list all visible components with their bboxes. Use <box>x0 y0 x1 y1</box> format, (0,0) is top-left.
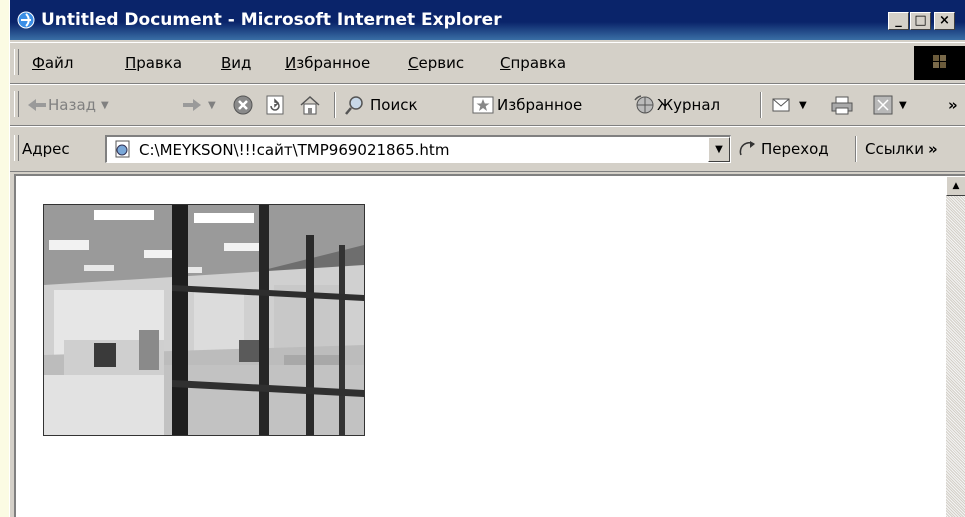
toolbar-separator <box>334 92 336 118</box>
menu-file[interactable]: Файл <box>32 54 73 72</box>
back-dropdown-icon[interactable]: ▼ <box>101 100 109 111</box>
mail-button[interactable]: ▼ <box>770 93 807 117</box>
menu-bar: Файл Правка Вид Избранное Сервис Справка <box>10 42 965 84</box>
menu-tools[interactable]: Сервис <box>408 54 464 72</box>
forward-button[interactable]: ▼ <box>181 93 216 117</box>
minimize-button[interactable]: _ <box>888 12 909 30</box>
edit-button[interactable]: ▼ <box>872 93 907 117</box>
toolbar-separator <box>760 92 762 118</box>
address-input[interactable]: C:\MEYKSON\!!!сайт\TMP969021865.htm ▼ <box>105 135 731 163</box>
forward-arrow-icon <box>183 99 201 111</box>
back-button[interactable]: Назад ▼ <box>26 93 109 117</box>
vertical-scrollbar[interactable]: ▲ <box>946 176 965 517</box>
scroll-up-arrow-icon[interactable]: ▲ <box>946 176 965 196</box>
internet-explorer-icon <box>17 11 35 29</box>
print-button[interactable] <box>830 93 854 117</box>
favorites-label: Избранное <box>497 96 583 114</box>
windows-flag-icon <box>933 55 946 68</box>
history-label: Журнал <box>657 96 721 114</box>
search-button[interactable]: Поиск <box>344 93 418 117</box>
favorites-star-icon <box>472 96 494 114</box>
refresh-icon <box>266 95 284 115</box>
home-icon <box>300 95 320 115</box>
search-icon <box>345 96 363 115</box>
menu-edit[interactable]: Правка <box>125 54 182 72</box>
browser-window: Untitled Document - Microsoft Internet E… <box>9 0 965 517</box>
menu-view[interactable]: Вид <box>221 54 251 72</box>
toolbar-chevron[interactable]: » <box>948 93 958 117</box>
mail-dropdown-icon[interactable]: ▼ <box>799 100 807 111</box>
close-button[interactable]: × <box>934 12 955 30</box>
history-button[interactable]: Журнал <box>632 93 720 117</box>
forward-dropdown-icon[interactable]: ▼ <box>208 100 216 111</box>
menu-favorites[interactable]: Избранное <box>285 54 370 72</box>
address-separator <box>855 136 857 162</box>
back-arrow-icon <box>28 99 46 111</box>
history-globe-icon <box>634 95 654 114</box>
search-label: Поиск <box>370 96 418 114</box>
stop-icon <box>233 95 253 115</box>
windows-logo <box>914 46 965 80</box>
links-chevron[interactable]: » <box>928 140 938 158</box>
favorites-button[interactable]: Избранное <box>472 93 582 117</box>
edit-icon <box>873 95 893 115</box>
toolbar-grip[interactable] <box>14 91 19 117</box>
refresh-button[interactable] <box>264 93 286 117</box>
standard-toolbar: Назад ▼ ▼ Поиск Избранное Журнал ▼ ▼ » <box>10 84 965 126</box>
window-title: Untitled Document - Microsoft Internet E… <box>41 10 502 30</box>
address-label: Адрес <box>22 140 70 158</box>
home-button[interactable] <box>298 93 322 117</box>
title-bar[interactable]: Untitled Document - Microsoft Internet E… <box>10 0 965 40</box>
printer-icon <box>831 96 853 115</box>
address-bar: Адрес C:\MEYKSON\!!!сайт\TMP969021865.ht… <box>10 126 965 172</box>
edit-dropdown-icon[interactable]: ▼ <box>899 100 907 111</box>
menu-help[interactable]: Справка <box>500 54 566 72</box>
menubar-grip[interactable] <box>14 49 19 75</box>
page-content: ▲ <box>14 174 965 517</box>
office-photo <box>43 204 365 436</box>
maximize-button[interactable]: □ <box>910 12 931 30</box>
go-label: Переход <box>761 140 829 158</box>
go-arrow-icon <box>739 141 755 156</box>
links-label: Ссылки <box>865 140 924 158</box>
address-value: C:\MEYKSON\!!!сайт\TMP969021865.htm <box>139 141 450 159</box>
stop-button[interactable] <box>232 93 254 117</box>
back-label: Назад <box>48 96 97 114</box>
addressbar-grip[interactable] <box>14 135 19 161</box>
links-button[interactable]: Ссылки » <box>865 137 938 161</box>
page-icon <box>115 140 130 158</box>
go-button[interactable]: Переход <box>737 137 829 161</box>
address-dropdown-icon[interactable]: ▼ <box>708 137 730 162</box>
mail-icon <box>772 98 790 112</box>
